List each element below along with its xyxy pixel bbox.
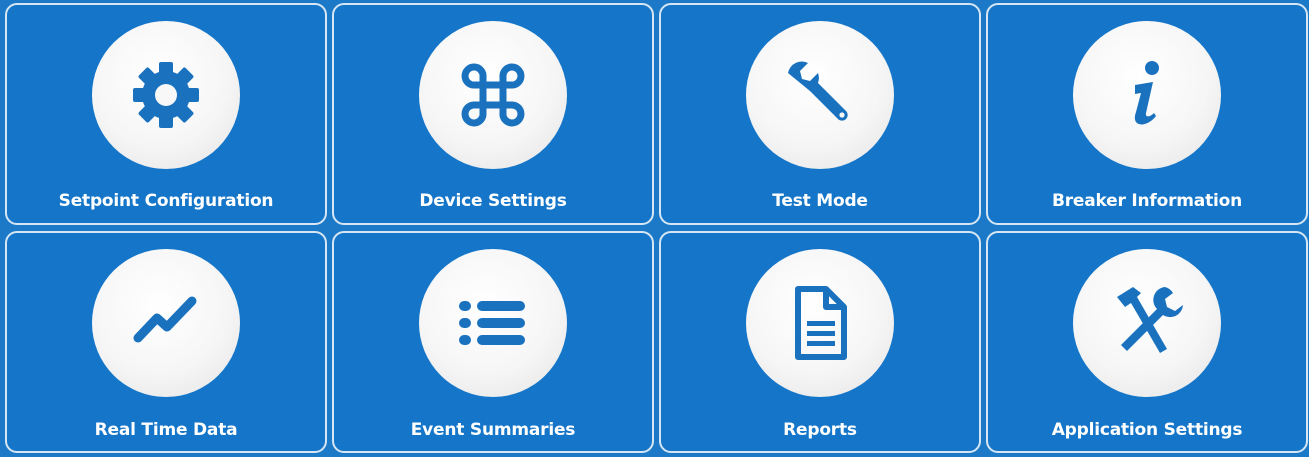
- tile-label: Setpoint Configuration: [58, 191, 274, 211]
- menu-grid: Setpoint Configuration Device Settings T…: [0, 0, 1309, 457]
- hammer-wrench-icon: [1117, 287, 1183, 353]
- list-icon: [459, 301, 525, 345]
- application-settings-icon-circle: [1073, 249, 1221, 397]
- breaker-information-icon-circle: [1073, 21, 1221, 169]
- device-settings-tile[interactable]: Device Settings: [332, 3, 654, 225]
- reports-icon-circle: [746, 249, 894, 397]
- setpoint-configuration-icon-circle: [92, 21, 240, 169]
- real-time-data-icon-circle: [92, 249, 240, 397]
- application-settings-tile[interactable]: Application Settings: [986, 231, 1308, 453]
- test-mode-icon-circle: [746, 21, 894, 169]
- tile-label: Breaker Information: [1051, 191, 1243, 211]
- setpoint-configuration-tile[interactable]: Setpoint Configuration: [5, 3, 327, 225]
- wrench-icon: [788, 61, 848, 121]
- tile-label: Real Time Data: [94, 420, 238, 440]
- gear-icon: [133, 62, 199, 128]
- reports-tile[interactable]: Reports: [659, 231, 981, 453]
- device-settings-icon-circle: [419, 21, 567, 169]
- tile-label: Event Summaries: [410, 420, 576, 440]
- real-time-data-tile[interactable]: Real Time Data: [5, 231, 327, 453]
- document-icon: [795, 286, 847, 360]
- tile-label: Device Settings: [419, 191, 567, 211]
- event-summaries-tile[interactable]: Event Summaries: [332, 231, 654, 453]
- breaker-information-tile[interactable]: Breaker Information: [986, 3, 1308, 225]
- command-icon: [461, 63, 525, 127]
- trend-line-icon: [133, 296, 197, 343]
- test-mode-tile[interactable]: Test Mode: [659, 3, 981, 225]
- tile-label: Test Mode: [772, 191, 868, 211]
- tile-label: Reports: [783, 420, 857, 440]
- event-summaries-icon-circle: [419, 249, 567, 397]
- tile-label: Application Settings: [1051, 420, 1243, 440]
- info-icon: [1134, 61, 1159, 125]
